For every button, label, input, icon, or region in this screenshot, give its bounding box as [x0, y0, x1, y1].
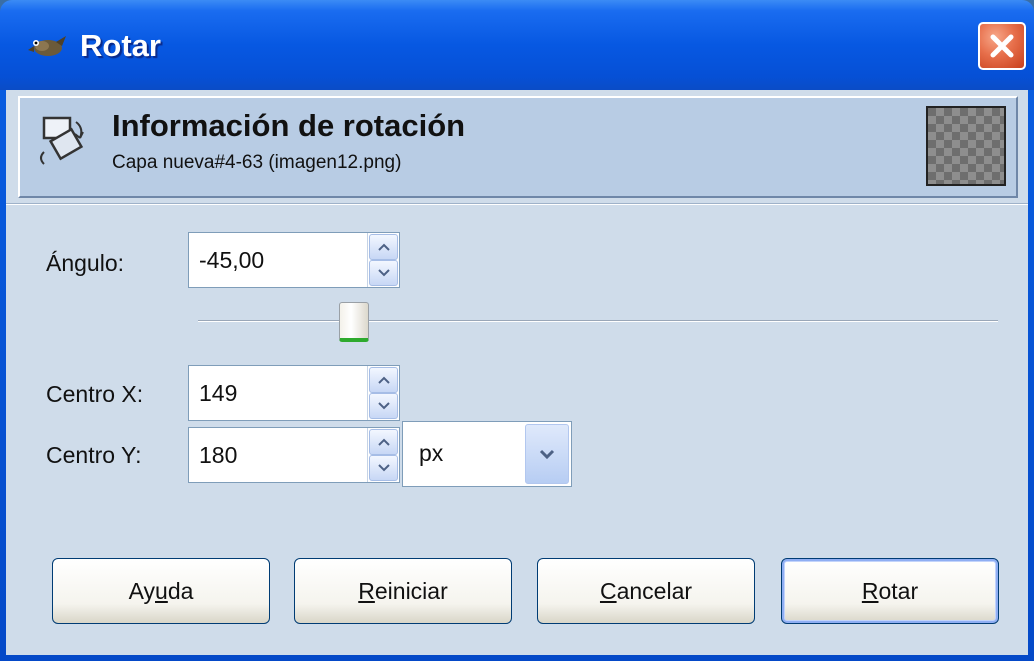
layer-preview-thumbnail	[926, 106, 1006, 186]
help-button[interactable]: Ayuda	[52, 558, 270, 624]
unit-dropdown-button[interactable]	[525, 424, 569, 484]
chevron-down-icon	[377, 464, 390, 472]
angle-slider-track[interactable]	[198, 320, 998, 322]
reset-button[interactable]: Reiniciar	[294, 558, 512, 624]
title-bar[interactable]: Rotar	[0, 0, 1034, 90]
cancel-button[interactable]: Cancelar	[537, 558, 755, 624]
angle-slider-thumb[interactable]	[339, 302, 369, 342]
close-icon	[990, 34, 1014, 58]
gimp-wilber-icon	[28, 36, 66, 56]
center-y-decrement-button[interactable]	[369, 455, 398, 481]
center-y-spin-buttons	[367, 428, 399, 482]
header-title: Información de rotación	[112, 108, 466, 143]
center-x-increment-button[interactable]	[369, 367, 398, 393]
chevron-down-icon	[377, 402, 390, 410]
angle-decrement-button[interactable]	[369, 260, 398, 286]
angle-label: Ángulo:	[46, 250, 125, 276]
rotate-button-label: Rotar	[861, 577, 919, 604]
rotate-dialog-window: Rotar Información de rotación Capa nueva…	[0, 0, 1034, 661]
reset-button-label: Reiniciar	[358, 577, 448, 604]
angle-spinbox[interactable]	[188, 232, 400, 288]
header-separator	[6, 203, 1028, 205]
chevron-down-icon	[377, 269, 390, 277]
center-x-input[interactable]	[189, 366, 364, 420]
chevron-up-icon	[377, 376, 390, 384]
angle-spin-buttons	[367, 233, 399, 287]
rotate-tool-icon	[40, 116, 84, 165]
center-x-spinbox[interactable]	[188, 365, 400, 421]
center-y-label: Centro Y:	[46, 442, 142, 468]
chevron-down-icon	[539, 449, 555, 459]
angle-input[interactable]	[189, 233, 364, 287]
center-x-label: Centro X:	[46, 381, 144, 407]
help-button-label: Ayuda	[128, 577, 194, 604]
chevron-up-icon	[377, 243, 390, 251]
header-subtitle: Capa nueva#4-63 (imagen12.png)	[112, 152, 402, 173]
center-y-spinbox[interactable]	[188, 427, 400, 483]
center-x-spin-buttons	[367, 366, 399, 420]
center-y-increment-button[interactable]	[369, 429, 398, 455]
cancel-button-label: Cancelar	[599, 577, 693, 604]
chevron-up-icon	[377, 438, 390, 446]
close-button[interactable]	[978, 22, 1026, 70]
center-x-decrement-button[interactable]	[369, 393, 398, 419]
window-title: Rotar	[80, 28, 161, 63]
rotate-button[interactable]: Rotar	[781, 558, 999, 624]
dialog-header: Información de rotación Capa nueva#4-63 …	[18, 96, 1018, 198]
unit-dropdown[interactable]: px	[402, 421, 572, 487]
unit-dropdown-value: px	[419, 440, 444, 466]
center-y-input[interactable]	[189, 428, 364, 482]
angle-increment-button[interactable]	[369, 234, 398, 260]
